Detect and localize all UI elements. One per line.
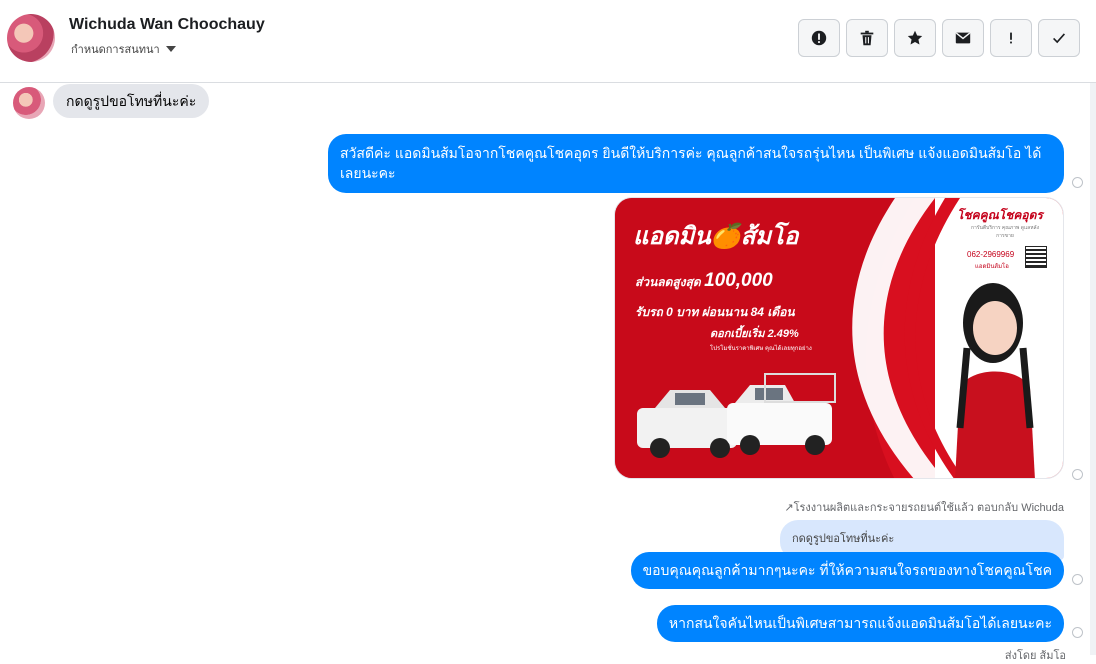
ad-interest-line: ดอกเบี้ยเริ่ม 2.49% — [710, 328, 799, 340]
reply-arrow-icon: ↗ — [784, 502, 794, 514]
sender-avatar[interactable] — [13, 87, 45, 119]
mail-button[interactable] — [942, 19, 984, 57]
sent-by-meta: ส่งโดย ส้มโอ — [1004, 650, 1066, 662]
conversation-header: Wichuda Wan Choochauy กำหนดการสนทนา — [0, 0, 1096, 83]
assign-conversation-label: กำหนดการสนทนา — [71, 44, 160, 56]
ad-phone: 062-2969969 — [967, 250, 1015, 259]
outgoing-message[interactable]: ขอบคุณคุณลูกค้ามากๆนะคะ ที่ให้ความสนใจรถ… — [630, 552, 1064, 589]
ad-staff-name: แอดมินส้มโอ — [975, 264, 1009, 270]
ad-image-attachment[interactable]: แอดมิน🍊ส้มโอ ส่วนลดสูงสุด 100,000 รับรถ … — [614, 197, 1064, 479]
exclamation-icon — [1010, 32, 1012, 44]
assign-conversation-dropdown[interactable]: กำหนดการสนทนา — [71, 40, 176, 58]
sent-status-icon — [1072, 627, 1083, 638]
reply-meta-text: โรงงานผลิตและกระจายรถยนต์ใช้แล้ว ตอบกลับ… — [793, 502, 1064, 514]
ad-headline: แอดมิน🍊ส้มโอ — [633, 223, 799, 250]
sent-status-icon — [1072, 177, 1083, 188]
ad-brand: โชคคูณโชคอุดร — [957, 208, 1043, 222]
delete-button[interactable] — [846, 19, 888, 57]
ad-brand-sub: การันตีบริการ คุณภาพ ดูแลหลังการขาย — [970, 225, 1040, 239]
trash-icon — [860, 30, 874, 46]
important-button[interactable] — [990, 19, 1032, 57]
caret-down-icon — [165, 46, 176, 52]
qr-code-icon — [1025, 246, 1047, 268]
star-button[interactable] — [894, 19, 936, 57]
ad-discount-prefix: ส่วนลดสูงสุด — [635, 275, 701, 289]
scrollbar[interactable] — [1090, 83, 1096, 655]
exclamation-circle-icon — [811, 30, 827, 46]
outgoing-message[interactable]: สวัสดีค่ะ แอดมินส้มโอจากโชคคูณโชคอุดร ยิ… — [328, 134, 1064, 193]
toolbar — [798, 19, 1080, 57]
sent-status-icon — [1072, 574, 1083, 585]
contact-name[interactable]: Wichuda Wan Choochauy — [69, 16, 265, 34]
sent-status-icon — [1072, 469, 1083, 480]
envelope-icon — [955, 32, 971, 44]
incoming-message[interactable]: กดดูรูปขอโทษที่นะค่ะ — [53, 84, 210, 118]
star-icon — [907, 30, 923, 45]
checkmark-icon — [1053, 33, 1066, 44]
ad-discount-amount: 100,000 — [704, 270, 773, 291]
done-button[interactable] — [1038, 19, 1080, 57]
contact-avatar[interactable] — [7, 14, 55, 62]
outgoing-message[interactable]: หากสนใจคันไหนเป็นพิเศษสามารถแจ้งแอดมินส้… — [656, 605, 1064, 642]
report-button[interactable] — [798, 19, 840, 57]
reply-meta: ↗โรงงานผลิตและกระจายรถยนต์ใช้แล้ว ตอบกลั… — [784, 498, 1064, 516]
ad-discount-line: ส่วนลดสูงสุด 100,000 — [635, 270, 773, 292]
ad-small-note: โปรโมชั่นราคาพิเศษ คุณได้เลยทุกอย่าง — [710, 346, 812, 352]
ad-installment-line: รับรถ 0 บาท ผ่อนนาน 84 เดือน — [635, 305, 795, 319]
